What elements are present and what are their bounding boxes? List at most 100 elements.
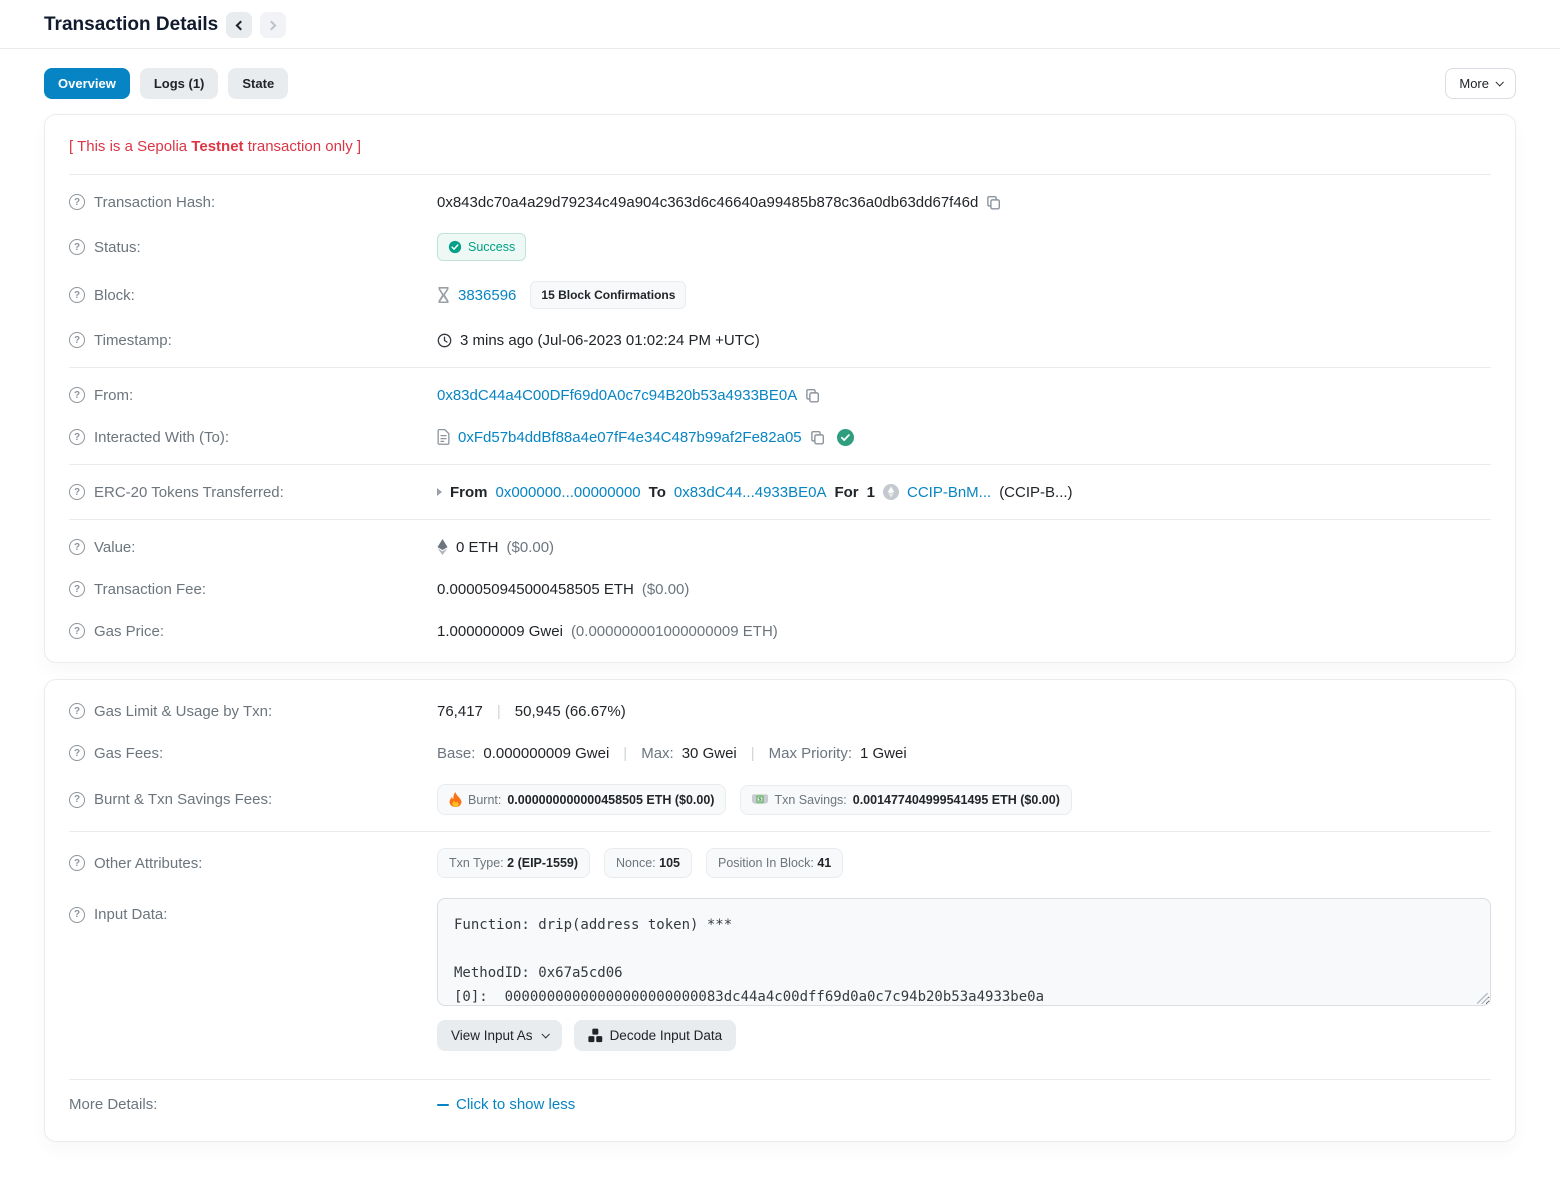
block-confirmations-badge: 15 Block Confirmations [530, 281, 686, 309]
copy-hash-button[interactable] [986, 195, 1001, 210]
chevron-down-icon [1495, 78, 1503, 86]
input-data-row: Input Data: Function: drip(address token… [69, 888, 1491, 1061]
divider [69, 174, 1491, 175]
help-icon [69, 332, 85, 348]
position-in-block-badge: Position In Block: 41 [706, 848, 843, 878]
transaction-fee-label: Transaction Fee: [94, 581, 206, 598]
from-label: From: [94, 387, 133, 404]
gas-price-row: Gas Price: 1.000000009 Gwei (0.000000001… [69, 610, 1491, 652]
copy-from-address-button[interactable] [805, 388, 820, 403]
separator: | [745, 745, 761, 762]
caret-right-icon [437, 488, 442, 496]
divider [69, 1079, 1491, 1080]
transaction-fee-eth: 0.000050945000458505 ETH [437, 581, 634, 598]
value-eth: 0 ETH [456, 539, 499, 556]
transaction-fee-usd: ($0.00) [642, 581, 690, 598]
help-icon [69, 539, 85, 555]
testnet-warning: [ This is a Sepolia Testnet transaction … [69, 123, 1491, 168]
separator: | [617, 745, 633, 762]
gas-price-label: Gas Price: [94, 623, 164, 640]
erc20-transfers-row: ERC-20 Tokens Transferred: From 0x000000… [69, 471, 1491, 513]
erc20-to-label: To [649, 484, 666, 501]
erc20-from-label: From [450, 484, 488, 501]
help-icon [69, 429, 85, 445]
input-data-textarea[interactable]: Function: drip(address token) *** Method… [437, 898, 1491, 1006]
gas-fees-label: Gas Fees: [94, 745, 163, 762]
decode-input-data-label: Decode Input Data [610, 1028, 723, 1043]
from-address-link[interactable]: 0x83dC44a4C00DFf69d0A0c7c94B20b53a4933BE… [437, 387, 797, 404]
gas-limit-value: 76,417 [437, 703, 483, 720]
block-row: Block: 3836596 15 Block Confirmations [69, 271, 1491, 319]
block-label: Block: [94, 287, 135, 304]
gas-price-eth: (0.000000001000000009 ETH) [571, 623, 778, 640]
help-icon [69, 387, 85, 403]
divider [69, 464, 1491, 465]
txn-savings-badge: Txn Savings: 0.001477404999541495 ETH ($… [740, 785, 1071, 815]
timestamp-value: 3 mins ago (Jul-06-2023 01:02:24 PM +UTC… [460, 332, 760, 349]
status-badge: Success [437, 233, 526, 261]
gas-price-gwei: 1.000000009 Gwei [437, 623, 563, 640]
decode-input-data-button[interactable]: Decode Input Data [574, 1020, 737, 1051]
copy-to-address-button[interactable] [810, 430, 825, 445]
help-icon [69, 703, 85, 719]
help-icon [69, 907, 85, 923]
other-attributes-row: Other Attributes: Txn Type: 2 (EIP-1559)… [69, 838, 1491, 888]
view-input-as-label: View Input As [451, 1028, 533, 1043]
show-less-link[interactable]: Click to show less [437, 1096, 575, 1113]
other-attributes-label: Other Attributes: [94, 855, 202, 872]
value-label: Value: [94, 539, 135, 556]
help-icon [69, 745, 85, 761]
gas-usage-value: 50,945 (66.67%) [515, 703, 626, 720]
transaction-hash-row: Transaction Hash: 0x843dc70a4a29d79234c4… [69, 181, 1491, 223]
max-priority-value: 1 Gwei [860, 745, 907, 762]
interacted-with-row: Interacted With (To): 0xFd57b4ddBf88a4e0… [69, 416, 1491, 458]
tabs-row: Overview Logs (1) State More [0, 49, 1560, 114]
max-fee-value: 30 Gwei [682, 745, 737, 762]
transaction-hash-value: 0x843dc70a4a29d79234c49a904c363d6c46640a… [437, 194, 978, 211]
copy-icon [986, 195, 1001, 210]
gas-fees-row: Gas Fees: Base: 0.000000009 Gwei | Max: … [69, 732, 1491, 774]
from-row: From: 0x83dC44a4C00DFf69d0A0c7c94B20b53a… [69, 374, 1491, 416]
view-input-as-button[interactable]: View Input As [437, 1020, 562, 1051]
gas-limit-label: Gas Limit & Usage by Txn: [94, 703, 272, 720]
max-priority-label: Max Priority: [769, 745, 852, 762]
chevron-right-icon [267, 20, 277, 30]
divider [69, 367, 1491, 368]
erc20-to-address-link[interactable]: 0x83dC44...4933BE0A [674, 484, 827, 501]
timestamp-label: Timestamp: [94, 332, 172, 349]
copy-icon [810, 430, 825, 445]
burnt-value: 0.000000000000458505 ETH ($0.00) [507, 793, 714, 807]
page-title: Transaction Details [44, 14, 218, 36]
help-icon [69, 194, 85, 210]
cubes-icon [588, 1028, 603, 1043]
tab-state[interactable]: State [228, 68, 288, 99]
input-data-label: Input Data: [94, 906, 167, 923]
base-fee-label: Base: [437, 745, 475, 762]
max-fee-label: Max: [641, 745, 674, 762]
token-name-link[interactable]: CCIP-BnM... [907, 484, 991, 501]
divider [69, 519, 1491, 520]
previous-transaction-button[interactable] [226, 12, 252, 38]
next-transaction-button[interactable] [260, 12, 286, 38]
erc20-transfers-label: ERC-20 Tokens Transferred: [94, 484, 284, 501]
more-details-label: More Details: [69, 1096, 157, 1113]
value-usd: ($0.00) [507, 539, 555, 556]
block-number-link[interactable]: 3836596 [458, 287, 516, 304]
help-icon [69, 239, 85, 255]
contract-file-icon [437, 429, 450, 445]
tab-overview[interactable]: Overview [44, 68, 130, 99]
separator: | [491, 703, 507, 720]
to-address-link[interactable]: 0xFd57b4ddBf88a4e07fF4e34C487b99af2Fe82a… [458, 429, 802, 446]
token-icon [883, 484, 899, 500]
erc20-from-address-link[interactable]: 0x000000...00000000 [496, 484, 641, 501]
timestamp-row: Timestamp: 3 mins ago (Jul-06-2023 01:02… [69, 319, 1491, 361]
tab-logs[interactable]: Logs (1) [140, 68, 219, 99]
token-symbol: (CCIP-B...) [999, 484, 1072, 501]
more-button[interactable]: More [1445, 68, 1516, 99]
transaction-fee-row: Transaction Fee: 0.000050945000458505 ET… [69, 568, 1491, 610]
overview-card: [ This is a Sepolia Testnet transaction … [44, 114, 1516, 663]
copy-icon [805, 388, 820, 403]
status-text: Success [468, 240, 515, 254]
txn-type-badge: Txn Type: 2 (EIP-1559) [437, 848, 590, 878]
erc20-amount: 1 [867, 484, 875, 501]
